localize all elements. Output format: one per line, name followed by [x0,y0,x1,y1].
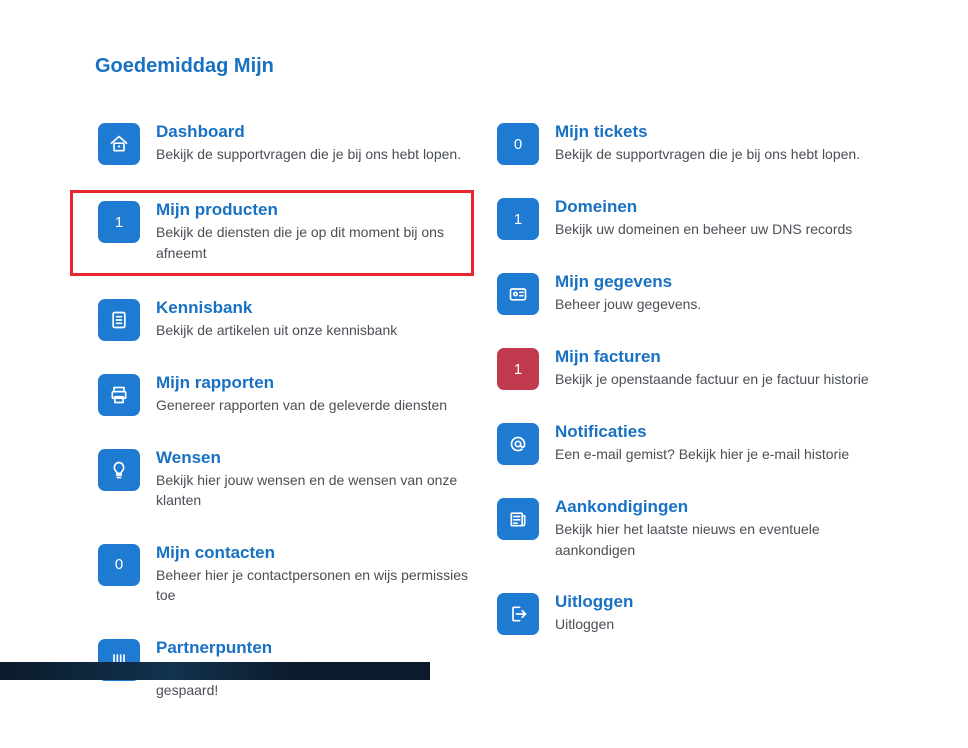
card-domeinen[interactable]: 1 DomeinenBekijk uw domeinen en beheer uw… [494,193,873,244]
card-title: Notificaties [555,421,870,442]
count-badge: 0 [497,123,539,165]
card-uitloggen[interactable]: UitloggenUitloggen [494,588,873,639]
book-icon [98,299,140,341]
card-title: Uitloggen [555,591,870,612]
card-mijn-rapporten[interactable]: Mijn rapportenGenereer rapporten van de … [95,369,474,420]
card-description: Bekijk de supportvragen die je bij ons h… [555,144,870,164]
at-icon [497,423,539,465]
card-dashboard[interactable]: DashboardBekijk de supportvragen die je … [95,118,474,169]
card-mijn-producten[interactable]: 1 Mijn productenBekijk de diensten die je… [70,190,474,276]
count-badge: 0 [98,544,140,586]
count-badge: 1 [497,348,539,390]
news-icon [497,498,539,540]
card-kennisbank[interactable]: KennisbankBekijk de artikelen uit onze k… [95,294,474,345]
card-description: Bekijk hier jouw wensen en de wensen van… [156,470,471,511]
card-wensen[interactable]: WensenBekijk hier jouw wensen en de wens… [95,444,474,515]
card-title: Mijn gegevens [555,271,870,292]
card-title: Mijn facturen [555,346,870,367]
card-title: Mijn tickets [555,121,870,142]
card-description: Uitloggen [555,614,870,634]
card-description: Bekijk de supportvragen die je bij ons h… [156,144,471,164]
dashboard-cards-right: 0 Mijn ticketsBekijk de supportvragen die… [494,118,873,728]
card-title: Domeinen [555,196,870,217]
card-title: Dashboard [156,121,471,142]
count-badge: 1 [497,198,539,240]
dashboard-cards-left: DashboardBekijk de supportvragen die je … [95,118,474,728]
card-mijn-contacten[interactable]: 0 Mijn contactenBeheer hier je contactper… [95,539,474,610]
card-mijn-tickets[interactable]: 0 Mijn ticketsBekijk de supportvragen die… [494,118,873,169]
card-description: Bekijk de artikelen uit onze kennisbank [156,320,471,340]
logout-icon [497,593,539,635]
card-aankondigingen[interactable]: AankondigingenBekijk hier het laatste ni… [494,493,873,564]
card-description: Beheer hier je contactpersonen en wijs p… [156,565,471,606]
card-mijn-facturen[interactable]: 1 Mijn facturenBekijk je openstaande fact… [494,343,873,394]
count-badge: 1 [98,201,140,243]
card-description: Een e-mail gemist? Bekijk hier je e-mail… [555,444,870,464]
card-title: Partnerpunten [156,637,471,658]
home-icon [98,123,140,165]
card-title: Mijn contacten [156,542,471,563]
card-title: Wensen [156,447,471,468]
footer-decor [0,662,430,680]
card-title: Kennisbank [156,297,471,318]
page-greeting: Goedemiddag Mijn [95,55,873,78]
idcard-icon [497,273,539,315]
card-mijn-gegevens[interactable]: Mijn gegevensBeheer jouw gegevens. [494,268,873,319]
card-description: Genereer rapporten van de geleverde dien… [156,395,471,415]
bulb-icon [98,449,140,491]
card-title: Mijn rapporten [156,372,471,393]
printer-icon [98,374,140,416]
card-notificaties[interactable]: NotificatiesEen e-mail gemist? Bekijk hi… [494,418,873,469]
card-description: Bekijk uw domeinen en beheer uw DNS reco… [555,219,870,239]
card-description: Bekijk hier het laatste nieuws en eventu… [555,519,870,560]
card-title: Aankondigingen [555,496,870,517]
card-description: Beheer jouw gegevens. [555,294,870,314]
card-description: Bekijk je openstaande factuur en je fact… [555,369,870,389]
card-description: Bekijk de diensten die je op dit moment … [156,222,468,263]
card-title: Mijn producten [156,199,468,220]
